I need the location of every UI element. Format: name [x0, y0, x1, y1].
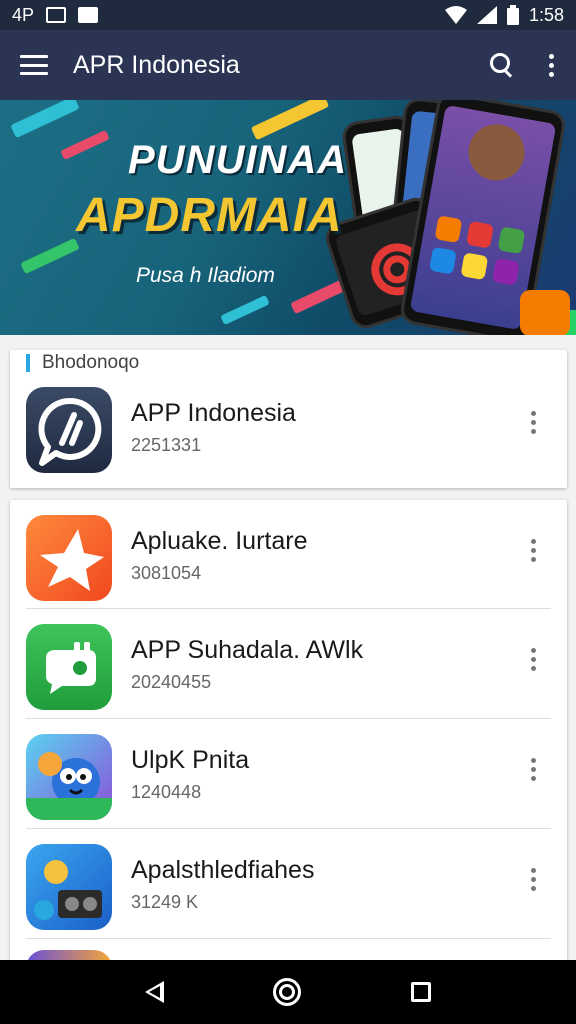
promo-banner[interactable]: PUNUINAA APDRMAIA Pusa h Iladiom — [0, 100, 576, 335]
more-options-icon[interactable] — [531, 648, 537, 671]
more-options-icon[interactable] — [531, 868, 537, 891]
list-item[interactable]: Apluake. Iurtare 3081054 — [10, 500, 567, 610]
back-icon[interactable] — [144, 981, 164, 1003]
section-header: Bhodonoqo — [26, 352, 139, 374]
banner-headline: PUNUINAA — [128, 138, 348, 182]
recent-apps-icon[interactable] — [411, 982, 432, 1002]
section-label: Bhodonoqo — [42, 352, 140, 373]
app-meta: 3081054 — [131, 563, 202, 583]
list-item[interactable]: UlpK Pnita 1240448 — [10, 719, 567, 829]
download-notification-icon — [78, 7, 99, 23]
banner-subheadline: APDRMAIA — [76, 189, 343, 242]
home-icon[interactable] — [273, 978, 302, 1006]
app-name: UlpK Pnita — [131, 746, 250, 774]
menu-icon[interactable] — [20, 55, 48, 75]
app-meta: 31249 K — [131, 892, 199, 912]
app-name: Apalsthledfiahes — [131, 856, 315, 884]
app-meta: 20240455 — [131, 672, 212, 692]
banner-tagline: Pusa h Iladiom — [136, 264, 275, 287]
app-indonesia-icon — [26, 387, 112, 473]
status-bar: 4P 1:58 — [0, 0, 576, 30]
app-tile — [520, 290, 570, 335]
chat-bubble-icon — [26, 624, 112, 710]
list-item[interactable]: APP Suhadala. AWlk 20240455 — [10, 609, 567, 719]
list-item[interactable]: Apalsthledfiahes 31249 K — [10, 829, 567, 939]
mascot-radio-icon — [26, 844, 112, 930]
featured-card: Bhodonoqo APP Indonesia 2251331 — [10, 350, 567, 488]
wifi-icon — [444, 6, 467, 24]
app-meta: 2251331 — [131, 435, 202, 455]
bird-mascot-icon — [26, 734, 112, 820]
system-nav-bar — [0, 960, 576, 1024]
divider — [26, 938, 551, 939]
battery-icon — [506, 5, 519, 25]
app-name: Apluake. Iurtare — [131, 527, 308, 555]
more-options-icon[interactable] — [531, 411, 537, 434]
list-item[interactable]: APP Indonesia 2251331 — [10, 372, 567, 482]
more-options-icon[interactable] — [531, 539, 537, 562]
app-name: APP Suhadala. AWlk — [131, 636, 364, 664]
app-meta: 1240448 — [131, 782, 202, 802]
status-time: 1:58 — [528, 4, 564, 25]
app-bar: APR Indonesia — [0, 30, 576, 100]
search-icon[interactable] — [490, 53, 514, 77]
app-list-card: Apluake. Iurtare 3081054 APP Suhadala. A… — [10, 500, 567, 970]
signal-icon — [476, 6, 497, 24]
app-title: APR Indonesia — [73, 50, 240, 79]
overflow-menu-icon[interactable] — [548, 53, 554, 77]
app-name: APP Indonesia — [131, 399, 296, 427]
image-notification-icon — [46, 7, 67, 23]
status-carrier-text: 4P — [12, 4, 35, 25]
star-icon — [26, 515, 112, 601]
section-accent-bar — [26, 354, 30, 372]
more-options-icon[interactable] — [531, 758, 537, 781]
